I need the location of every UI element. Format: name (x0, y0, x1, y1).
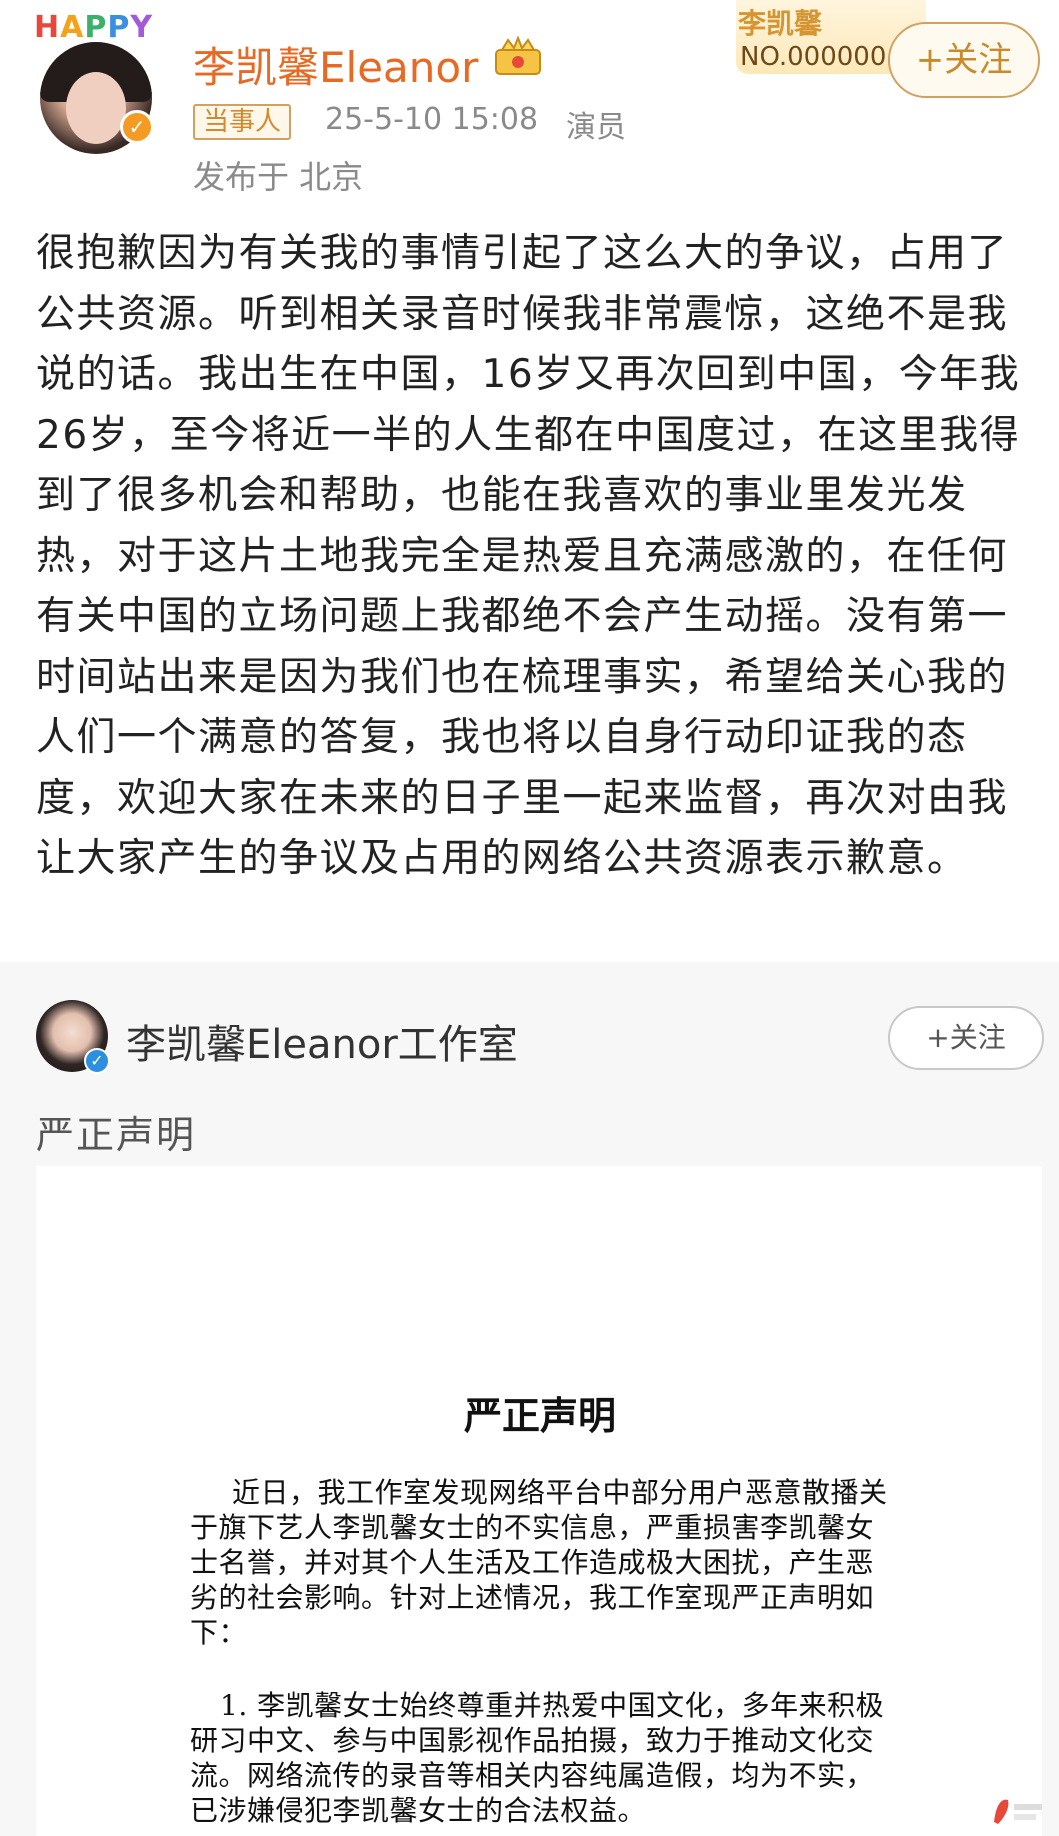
role-tag: 当事人 (193, 104, 292, 140)
statement-paragraph-1: 近日，我工作室发现网络平台中部分用户恶意散播关于旗下艺人李凯馨女士的不实信息，严… (190, 1476, 888, 1649)
watermark-icon (994, 1799, 1042, 1824)
fan-card-name: 李凯馨 (738, 7, 823, 40)
verified-icon: ✓ (84, 1048, 110, 1074)
post-body: 很抱歉因为有关我的事情引起了这么大的争议，占用了公共资源。听到相关录音时候我非常… (36, 231, 1021, 881)
avatar-face (66, 72, 126, 144)
follow-button[interactable]: +关注 (888, 22, 1040, 98)
statement-heading: 严正声明 (463, 1393, 616, 1438)
statement-paragraph-2: 1. 李凯馨女士始终尊重并热爱中国文化，多年来积极研习中文、参与中国影视作品拍摄… (190, 1689, 885, 1827)
happy-badge: HAPPY (34, 10, 154, 45)
crown-icon (495, 36, 541, 75)
fan-card-number: NO.000000 (740, 42, 887, 72)
studio-username[interactable]: 李凯馨Eleanor工作室 (126, 1012, 518, 1070)
username[interactable]: 李凯馨Eleanor (193, 34, 478, 95)
post-header: HAPPY ✓ 李凯馨Eleanor 当事人 25-5-10 15:08 演员 … (0, 0, 1059, 210)
studio-follow-button[interactable]: +关注 (888, 1006, 1044, 1070)
post-role: 演员 (566, 110, 626, 145)
repost-title: 严正声明 (36, 1113, 197, 1157)
verified-icon: ✓ (120, 110, 154, 144)
post-location: 发布于 北京 (193, 158, 364, 196)
post-time: 25-5-10 15:08 (325, 102, 539, 137)
